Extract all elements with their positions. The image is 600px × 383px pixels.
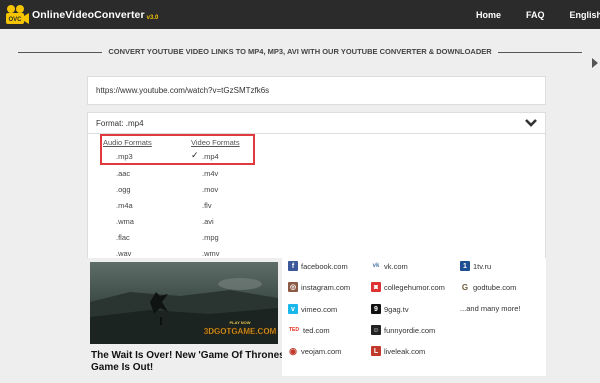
instagram-icon: ◎	[288, 282, 298, 292]
site-collegehumor[interactable]: ◙ collegehumor.com	[371, 282, 445, 292]
site-label: vk.com	[384, 261, 408, 271]
top-bar: OVC OnlineVideoConverter v3.0 Home FAQ E…	[0, 0, 600, 29]
site-vimeo[interactable]: v vimeo.com	[288, 304, 337, 314]
format-option-ogg[interactable]: .ogg	[116, 185, 131, 194]
nav-language[interactable]: English	[569, 10, 600, 20]
audio-formats-heading: Audio Formats	[103, 138, 152, 147]
format-option-mp4[interactable]: .mp4	[202, 152, 219, 161]
site-label: ted.com	[303, 325, 330, 335]
1tv-icon: 1	[460, 261, 470, 271]
format-select[interactable]: Format: .mp4	[87, 112, 546, 134]
camera-logo-icon: OVC	[4, 4, 30, 26]
format-option-flv[interactable]: .flv	[202, 201, 212, 210]
tagline: CONVERT YOUTUBE VIDEO LINKS TO MP4, MP3,…	[0, 47, 600, 56]
url-input[interactable]: https://www.youtube.com/watch?v=tGzSMTzf…	[87, 76, 546, 105]
site-liveleak[interactable]: L liveleak.com	[371, 346, 425, 356]
funnyordie-icon: ☺	[371, 325, 381, 335]
url-input-value: https://www.youtube.com/watch?v=tGzSMTzf…	[96, 86, 270, 95]
format-option-wma[interactable]: .wma	[116, 217, 134, 226]
video-thumbnail[interactable]: PLAY NOW 3DGOTGAME.COM	[90, 262, 278, 344]
site-label: liveleak.com	[384, 346, 426, 356]
collegehumor-icon: ◙	[371, 282, 381, 292]
watermark-small: PLAY NOW	[229, 320, 250, 325]
site-vk[interactable]: vk vk.com	[371, 261, 408, 271]
vimeo-icon: v	[288, 304, 298, 314]
site-9gag[interactable]: 9 9gag.tv	[371, 304, 409, 314]
site-label: veojam.com	[301, 346, 342, 356]
facebook-icon: f	[288, 261, 298, 271]
nav-home[interactable]: Home	[476, 10, 501, 20]
more-sites: ...and many more!	[460, 304, 520, 313]
tagline-row: CONVERT YOUTUBE VIDEO LINKS TO MP4, MP3,…	[0, 44, 600, 60]
site-funnyordie[interactable]: ☺ funnyordie.com	[371, 325, 435, 335]
liveleak-icon: L	[371, 346, 381, 356]
logo-version: v3.0	[146, 15, 159, 21]
format-option-mpg[interactable]: .mpg	[202, 233, 219, 242]
site-godtube[interactable]: G godtube.com	[460, 282, 516, 292]
scroll-arrow-icon[interactable]	[592, 58, 598, 68]
main-nav: Home FAQ English	[451, 0, 600, 29]
format-label: Format: .mp4	[96, 119, 144, 128]
format-option-aac[interactable]: .aac	[116, 169, 130, 178]
format-option-avi[interactable]: .avi	[202, 217, 214, 226]
site-label: collegehumor.com	[384, 282, 445, 292]
site-label: 1tv.ru	[473, 261, 492, 271]
format-option-flac[interactable]: .flac	[116, 233, 130, 242]
format-option-wav[interactable]: .wav	[116, 249, 131, 258]
watermark-text: 3DGOTGAME.COM	[204, 327, 277, 336]
vk-icon: vk	[371, 261, 381, 271]
veojam-icon: ◉	[288, 345, 298, 356]
format-option-mp3[interactable]: .mp3	[116, 152, 133, 161]
site-label: 9gag.tv	[384, 304, 409, 314]
site-label: facebook.com	[301, 261, 348, 271]
format-option-mov[interactable]: .mov	[202, 185, 218, 194]
logo-text: OnlineVideoConverter	[32, 9, 145, 21]
tagline-text: CONVERT YOUTUBE VIDEO LINKS TO MP4, MP3,…	[102, 47, 498, 56]
site-facebook[interactable]: f facebook.com	[288, 261, 348, 271]
logo-badge: OVC	[8, 17, 22, 23]
supported-sites-panel	[282, 258, 546, 376]
more-sites-label: ...and many more!	[460, 304, 521, 313]
ted-icon: TED	[288, 325, 300, 335]
site-label: godtube.com	[473, 282, 517, 292]
site-label: instagram.com	[301, 282, 351, 292]
site-label: vimeo.com	[301, 304, 338, 314]
chevron-down-icon[interactable]	[524, 117, 538, 129]
site-veojam[interactable]: ◉ veojam.com	[288, 346, 341, 356]
format-option-wmv[interactable]: .wmv	[202, 249, 220, 258]
video-title[interactable]: The Wait Is Over! New 'Game Of Thrones' …	[91, 350, 291, 374]
nav-faq[interactable]: FAQ	[526, 10, 545, 20]
godtube-icon: G	[460, 282, 470, 292]
9gag-icon: 9	[371, 304, 381, 314]
site-1tv[interactable]: 1 1tv.ru	[460, 261, 491, 271]
site-label: funnyordie.com	[384, 325, 436, 335]
site-logo[interactable]: OVC OnlineVideoConverter v3.0	[4, 4, 158, 26]
site-ted[interactable]: TED ted.com	[288, 325, 330, 335]
video-formats-heading: Video Formats	[191, 138, 240, 147]
format-option-m4v[interactable]: .m4v	[202, 169, 218, 178]
format-option-m4a[interactable]: .m4a	[116, 201, 133, 210]
checkmark-icon: ✓	[191, 150, 199, 160]
site-instagram[interactable]: ◎ instagram.com	[288, 282, 350, 292]
